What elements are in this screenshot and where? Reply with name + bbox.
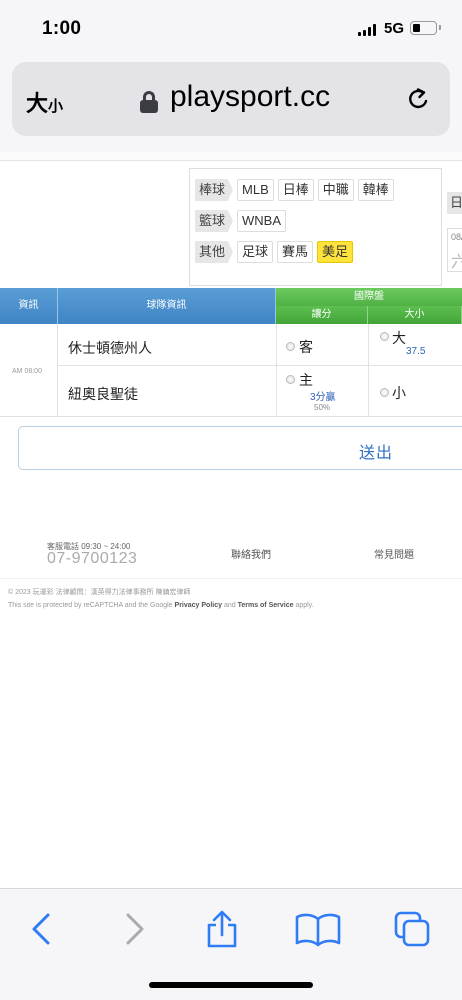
col-divider [368,324,369,416]
col-divider [276,324,277,416]
date-panel-box[interactable]: 08/ 六 [447,228,462,272]
date-panel-day: 六 [451,248,462,271]
tabs-icon[interactable] [392,909,432,949]
status-bar: 1:00 5G [0,0,462,56]
tag-horse-racing[interactable]: 賽馬 [277,241,314,263]
over-radio[interactable] [380,332,389,341]
row-divider [0,416,462,417]
page-content: 棒球 MLB 日棒 中職 韓棒 籃球 WNBA 其他 足球 賽馬 美足 日 08… [0,152,462,888]
category-other[interactable]: 其他 [195,241,234,263]
copyright-text: © 2023 玩運彩 法律顧問：漢英得力法律事務所 陳鎮宏律師 [8,589,191,596]
service-phone[interactable]: 07-9700123 [47,550,137,568]
col-divider [57,324,58,416]
header-intl: 國際盤 [276,288,462,306]
bookmarks-icon[interactable] [294,909,342,949]
home-indicator [149,982,313,988]
faq-link[interactable]: 常見問題 [374,546,414,561]
contact-us-link[interactable]: 聯絡我們 [231,546,271,561]
submit-button[interactable]: 送出 [18,426,462,470]
away-spread-label: 客 [299,339,313,355]
row-divider [58,365,462,366]
filter-row-other: 其他 足球 賽馬 美足 [195,241,357,263]
home-spread-line: 3分贏 [310,392,336,403]
url-text[interactable]: playsport.cc [170,80,330,114]
submit-label: 送出 [359,445,394,462]
recaptcha-and: and [222,602,238,609]
text-size-large-label: 大 [26,91,49,116]
tag-nfl[interactable]: 美足 [317,241,354,263]
home-spread-label: 主 [299,372,313,388]
back-icon[interactable] [22,909,62,949]
filter-row-baseball: 棒球 MLB 日棒 中職 韓棒 [195,179,398,201]
header-info: 資訊 [0,288,58,324]
recaptcha-notice: This site is protected by reCAPTCHA and … [8,602,314,609]
away-team-name: 休士頓德州人 [68,340,152,356]
browser-header: 大小 playsport.cc [0,56,462,152]
network-type: 5G [384,20,405,37]
tag-wnba[interactable]: WNBA [237,210,287,232]
home-spread-radio[interactable] [286,375,295,384]
header-total: 大小 [368,306,462,324]
over-label: 大 [392,330,406,346]
text-size-small-label: 小 [48,98,64,115]
tag-cpbl[interactable]: 中職 [317,179,354,201]
under-label: 小 [392,385,406,401]
share-icon[interactable] [202,909,242,949]
game-time: AM 08:00 [12,368,42,375]
address-bar[interactable]: 大小 playsport.cc [12,62,450,136]
header-spread: 讓分 [276,306,368,324]
home-spread-percent: 50% [314,403,331,412]
tag-mlb[interactable]: MLB [237,179,274,201]
away-spread-radio[interactable] [286,342,295,351]
terms-link[interactable]: Terms of Service [238,602,294,609]
recaptcha-text: This site is protected by reCAPTCHA and … [8,602,175,609]
lock-icon [140,91,158,113]
date-panel-date: 08/ [451,232,462,242]
top-divider [0,152,462,161]
tag-kbo[interactable]: 韓棒 [357,179,394,201]
home-team-name: 紐奧良聖徒 [68,386,138,402]
tag-soccer[interactable]: 足球 [237,241,274,263]
sport-filter-panel: 棒球 MLB 日棒 中職 韓棒 籃球 WNBA 其他 足球 賽馬 美足 [189,168,441,286]
date-panel: 日 08/ 六 [441,168,462,286]
reload-icon[interactable] [404,86,432,114]
filter-row-basketball: 籃球 WNBA [195,210,290,232]
date-panel-tag[interactable]: 日 [447,192,462,214]
browser-toolbar [0,888,462,1000]
category-baseball[interactable]: 棒球 [195,179,234,201]
over-line: 37.5 [406,346,426,357]
forward-icon[interactable] [114,909,154,949]
header-teams: 球隊資訊 [58,288,276,324]
category-basketball[interactable]: 籃球 [195,210,234,232]
status-time: 1:00 [42,18,82,39]
text-size-button[interactable]: 大小 [26,86,63,118]
signal-icon [358,24,378,36]
tag-npb[interactable]: 日棒 [277,179,314,201]
privacy-policy-link[interactable]: Privacy Policy [175,602,222,609]
battery-icon [410,21,441,35]
under-radio[interactable] [380,388,389,397]
recaptcha-apply: apply. [293,602,314,609]
footer-divider [0,578,462,579]
